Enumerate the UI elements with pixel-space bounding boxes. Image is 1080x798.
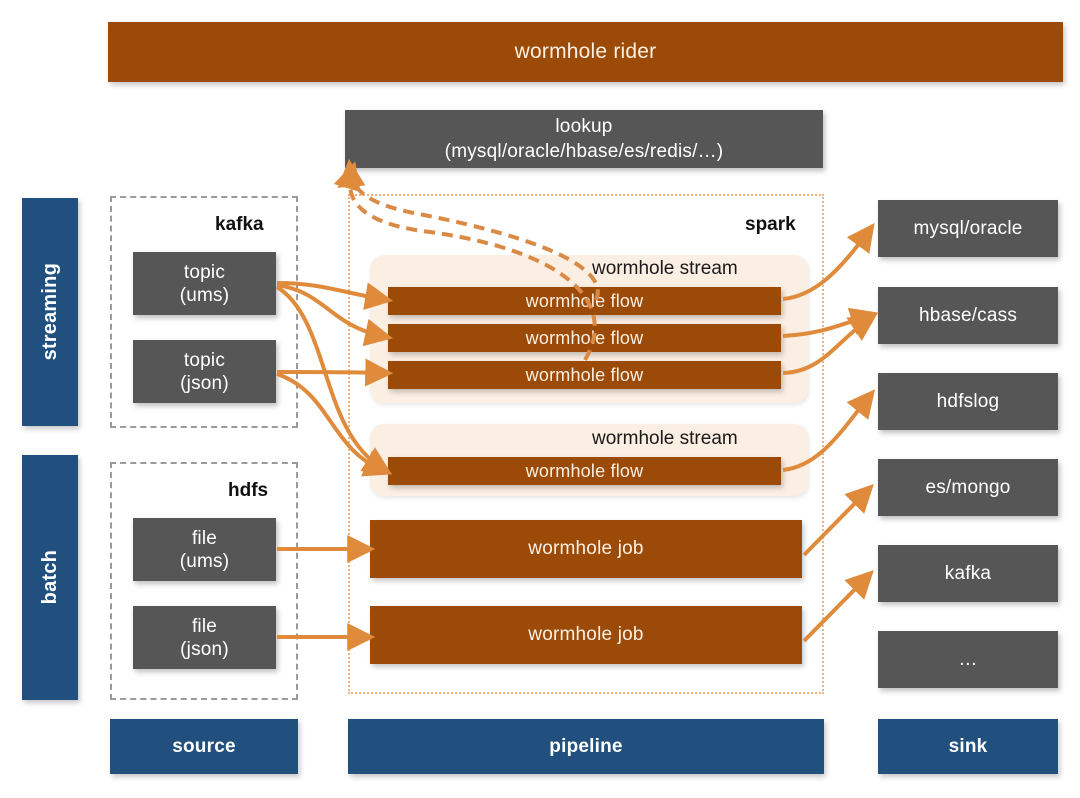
architecture-diagram: wormhole rider lookup (mysql/oracle/hbas… [0,0,1080,798]
source-file-ums-line1: file [191,527,218,549]
sink-hdfslog-label: hdfslog [936,390,1000,412]
wormhole-job-1-label: wormhole job [528,538,644,559]
sink-es-mongo-label: es/mongo [925,476,1011,498]
source-file-json: file (json) [133,606,276,669]
source-topic-json: topic (json) [133,340,276,403]
wormhole-flow-2: wormhole flow [388,324,781,352]
footer-source-label: source [172,735,236,757]
source-group-kafka-label: kafka [215,214,264,235]
source-topic-json-line2: (json) [180,372,229,394]
wormhole-flow-4-label: wormhole flow [525,460,644,481]
source-topic-json-line1: topic [183,349,226,371]
footer-pipeline: pipeline [348,719,824,774]
lookup-box: lookup (mysql/oracle/hbase/es/redis/…) [345,110,823,168]
wormhole-rider-label: wormhole rider [514,40,657,63]
sink-es-mongo: es/mongo [878,459,1058,516]
lane-batch: batch [22,455,78,700]
sink-mysql-oracle-label: mysql/oracle [913,217,1023,239]
wormhole-job-1: wormhole job [370,520,802,578]
sink-more: … [878,631,1058,688]
wormhole-stream-2-title: wormhole stream [592,428,738,449]
footer-sink-label: sink [948,735,988,757]
wormhole-flow-4: wormhole flow [388,457,781,485]
source-group-hdfs-label: hdfs [228,480,269,501]
footer-pipeline-label: pipeline [549,735,623,757]
sink-hbase-cass-label: hbase/cass [918,304,1018,326]
wormhole-job-2: wormhole job [370,606,802,664]
sink-hdfslog: hdfslog [878,373,1058,430]
source-topic-ums-line1: topic [183,261,226,283]
sink-mysql-oracle: mysql/oracle [878,200,1058,257]
lane-streaming-label: streaming [38,263,61,361]
sink-kafka-label: kafka [944,562,992,584]
wormhole-flow-1: wormhole flow [388,287,781,315]
wormhole-flow-3-label: wormhole flow [525,364,644,385]
source-topic-ums-line2: (ums) [179,284,230,306]
wormhole-stream-1-title: wormhole stream [592,258,738,279]
lookup-subtitle: (mysql/oracle/hbase/es/redis/…) [444,141,724,162]
lane-batch-label: batch [38,550,61,605]
wormhole-flow-2-label: wormhole flow [525,327,644,348]
source-file-json-line2: (json) [180,638,229,660]
pipeline-spark-label: spark [745,214,796,235]
wormhole-job-2-label: wormhole job [528,624,644,645]
footer-sink: sink [878,719,1058,774]
wormhole-flow-3: wormhole flow [388,361,781,389]
wormhole-rider-bar: wormhole rider [108,22,1063,82]
source-file-ums: file (ums) [133,518,276,581]
source-file-ums-line2: (ums) [179,550,230,572]
footer-source: source [110,719,298,774]
sink-hbase-cass: hbase/cass [878,287,1058,344]
wormhole-flow-1-label: wormhole flow [525,290,644,311]
source-topic-ums: topic (ums) [133,252,276,315]
source-file-json-line1: file [191,615,218,637]
sink-kafka: kafka [878,545,1058,602]
sink-more-label: … [958,648,978,670]
lane-streaming: streaming [22,198,78,426]
lookup-title: lookup [555,116,613,137]
